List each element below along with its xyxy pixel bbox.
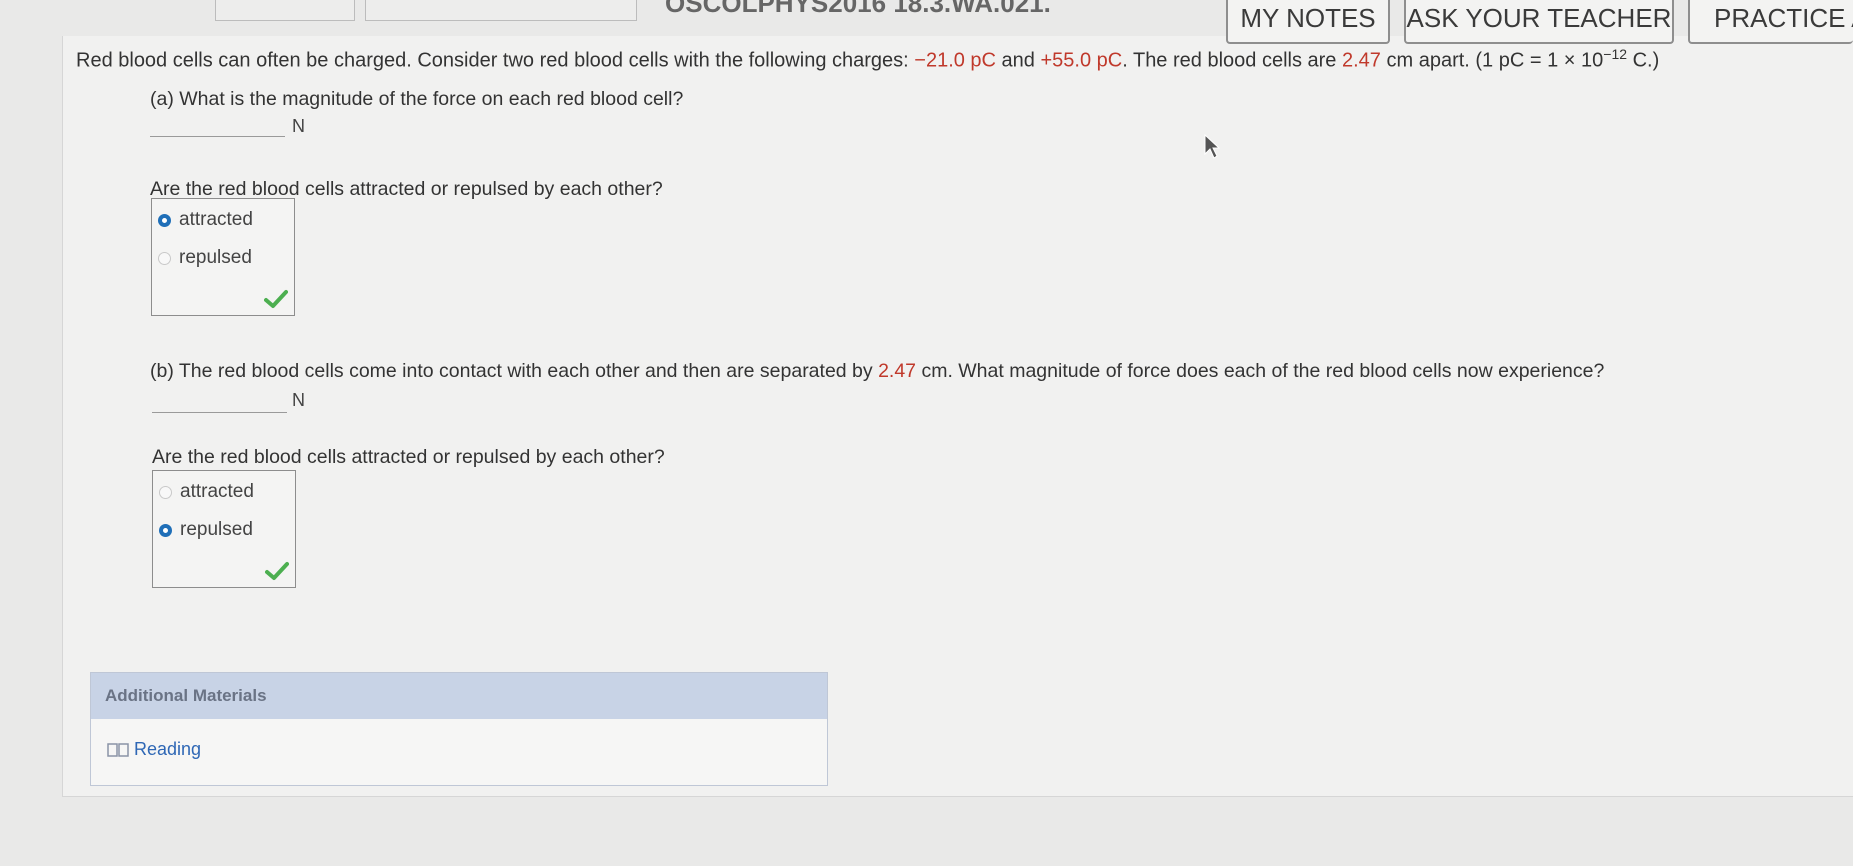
- top-tab-partial[interactable]: [215, 0, 355, 21]
- statement-tail: C.): [1627, 49, 1660, 72]
- materials-header: Additional Materials: [91, 673, 827, 719]
- problem-statement: Red blood cells can often be charged. Co…: [76, 46, 1659, 73]
- part-b-option-repulsed[interactable]: repulsed: [159, 519, 253, 541]
- option-label: attracted: [180, 481, 254, 502]
- checkmark-icon: [264, 290, 288, 308]
- additional-materials: Additional Materials Reading: [90, 672, 828, 786]
- part-b-option-attracted[interactable]: attracted: [159, 481, 254, 503]
- part-b-question-pre: (b) The red blood cells come into contac…: [150, 360, 879, 382]
- option-label: repulsed: [180, 519, 253, 540]
- checkmark-icon: [265, 562, 289, 580]
- charge-2-value: +55.0 pC: [1040, 49, 1123, 72]
- part-b-attract-question: Are the red blood cells attracted or rep…: [152, 446, 665, 468]
- ask-your-teacher-button[interactable]: ASK YOUR TEACHER: [1404, 0, 1674, 44]
- distance-value: 2.47: [1341, 49, 1381, 72]
- my-notes-button[interactable]: MY NOTES: [1226, 0, 1390, 44]
- practice-another-button[interactable]: PRACTICE AN: [1688, 0, 1853, 44]
- radio-selected-icon[interactable]: [159, 523, 172, 537]
- reading-link[interactable]: Reading: [107, 739, 201, 760]
- part-a-question: (a) What is the magnitude of the force o…: [150, 88, 684, 110]
- option-label: repulsed: [179, 247, 252, 268]
- part-b-question: (b) The red blood cells come into contac…: [150, 360, 1604, 383]
- part-b-choice-box: attracted repulsed: [152, 470, 296, 588]
- statement-mid: . The red blood cells are: [1122, 49, 1342, 72]
- radio-unselected-icon[interactable]: [158, 251, 171, 265]
- statement-and: and: [996, 49, 1041, 72]
- statement-unit-note: cm apart. (1 pC = 1 × 10: [1380, 49, 1604, 72]
- radio-selected-icon[interactable]: [158, 213, 171, 227]
- question-id: OSCOLPHYS2016 18.3.WA.021.: [665, 0, 1051, 18]
- mouse-cursor-icon: [1204, 134, 1220, 159]
- part-b-distance: 2.47: [878, 360, 917, 382]
- part-b-question-post: cm. What magnitude of force does each of…: [916, 360, 1605, 382]
- part-a-unit: N: [292, 116, 305, 136]
- part-a-choice-box: attracted repulsed: [151, 198, 295, 316]
- exponent: −12: [1603, 46, 1628, 62]
- top-tab-partial[interactable]: [365, 0, 637, 21]
- book-icon: [107, 742, 129, 757]
- radio-unselected-icon[interactable]: [159, 485, 172, 499]
- part-b-unit: N: [292, 390, 305, 410]
- option-label: attracted: [179, 209, 253, 230]
- part-a-option-repulsed[interactable]: repulsed: [158, 247, 252, 269]
- part-a-answer-field[interactable]: [150, 114, 285, 137]
- part-b-answer-field[interactable]: [152, 390, 287, 413]
- statement-intro: Red blood cells can often be charged. Co…: [76, 49, 915, 72]
- charge-1-value: −21.0 pC: [914, 49, 996, 72]
- reading-link-label[interactable]: Reading: [134, 739, 201, 760]
- part-a-option-attracted[interactable]: attracted: [158, 209, 253, 231]
